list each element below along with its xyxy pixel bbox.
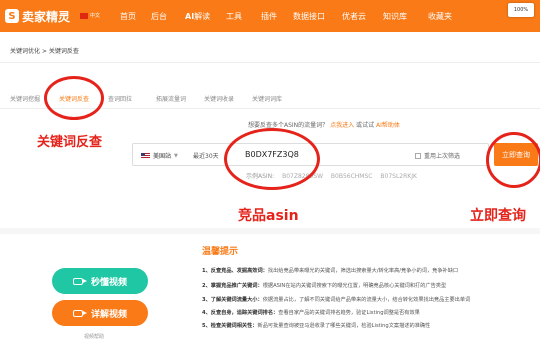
- date-range-select[interactable]: 最近30天: [193, 151, 219, 160]
- tip-item: 5、检查关键词相关性：新品可批量查询被亚马逊收录了哪些关键词，检验Listing…: [202, 322, 430, 329]
- language-switcher[interactable]: 中文: [80, 12, 100, 19]
- reuse-filter-checkbox[interactable]: [415, 152, 421, 159]
- language-label: 中文: [90, 13, 101, 19]
- reuse-filter-label: 重用上次筛选: [424, 153, 461, 160]
- video-camera-icon: [72, 309, 87, 317]
- tip-item: 3、了解关键词流量大小：依据流量占比，了解不同关键词给产品带来的流量大小，结合转…: [202, 296, 470, 303]
- logo[interactable]: S 卖家精灵: [5, 8, 70, 24]
- zoom-badge: 100%: [508, 3, 534, 17]
- annotation-circle-button: [486, 132, 540, 188]
- example-asin-link[interactable]: B07SL2RKJK: [380, 173, 417, 180]
- tip-item: 2、掌握竞品推广关键词：根据ASIN在站内关键词搜索下的曝光位置，明确竞品核心关…: [202, 282, 446, 289]
- us-flag-icon: [141, 152, 150, 159]
- chevron-down-icon: ▼: [174, 152, 178, 159]
- quick-video-button[interactable]: 秒懂视频: [52, 268, 148, 294]
- nav-ai-prefix: AI: [185, 12, 195, 21]
- tip-body: 查看自家产品的关键词排名趋势，验证Listing调整是否有效果: [278, 310, 420, 316]
- annotation-circle-asin: [224, 128, 320, 190]
- tip-body: 依据流量占比，了解不同关键词给产品带来的流量大小，结合转化效果找出竞品主要出单词: [262, 297, 471, 303]
- hint-ai-link[interactable]: AI帮助体: [376, 122, 400, 129]
- reuse-filter-option[interactable]: 重用上次筛选: [415, 151, 460, 160]
- nav-ai-label: 解读: [194, 12, 211, 21]
- nav-favorites[interactable]: 收藏夹: [428, 11, 452, 22]
- breadcrumb: 关键词优化 > 关键词反查: [10, 48, 79, 55]
- tip-body: 新品可批量查询被亚马逊收录了哪些关键词，检验Listing文案描述的准确性: [257, 323, 431, 329]
- top-nav-bar: S 卖家精灵 中文 首页 后台 AI解读 工具 插件 数据接口 优者云 知识库 …: [0, 0, 540, 32]
- nav-home[interactable]: 首页: [120, 11, 136, 22]
- tip-head: 4、反查自身，追踪关键词排名：: [202, 310, 279, 316]
- marketplace-select[interactable]: 美国站 ▼: [141, 151, 178, 160]
- tip-item: 1、反查竞品、发掘高效词：找出给竞品带来曝光的关键词，筛选出搜索量大/转化率高/…: [202, 267, 458, 274]
- nav-tools[interactable]: 工具: [226, 11, 242, 22]
- tip-item: 4、反查自身，追踪关键词排名：查看自家产品的关键词排名趋势，验证Listing调…: [202, 309, 420, 316]
- detail-video-label: 详解视频: [90, 309, 127, 320]
- nav-plugins[interactable]: 插件: [261, 11, 277, 22]
- nav-knowledge[interactable]: 知识库: [383, 11, 407, 22]
- nav-cloud[interactable]: 优者云: [342, 11, 366, 22]
- annotation-label-competitor-asin: 竞品asin: [238, 208, 299, 224]
- example-asin-link[interactable]: B0B56CHMSC: [331, 173, 373, 180]
- annotation-label-query-now: 立即查询: [470, 208, 526, 224]
- tab-keyword-mining[interactable]: 关键词挖掘: [10, 94, 40, 103]
- tip-head: 2、掌握竞品推广关键词：: [202, 283, 263, 289]
- annotation-circle-tab: [44, 76, 104, 120]
- annotation-label-reverse-lookup: 关键词反查: [37, 135, 103, 150]
- tip-body: 找出给竞品带来曝光的关键词，筛选出搜索量大/转化率高/竞争小的词，竞争补缺口: [267, 268, 459, 274]
- marketplace-label: 美国站: [153, 153, 172, 160]
- hint-link[interactable]: 点我进入: [330, 122, 354, 129]
- nav-backend[interactable]: 后台: [151, 11, 167, 22]
- logo-text: 卖家精灵: [22, 9, 71, 24]
- tip-head: 3、了解关键词流量大小：: [202, 297, 263, 303]
- nav-data-api[interactable]: 数据接口: [293, 11, 325, 22]
- video-help-caption: 视频帮助: [84, 334, 105, 340]
- tab-lookup-pull[interactable]: 查词回拉: [108, 94, 132, 103]
- nav-ai[interactable]: AI解读: [185, 11, 210, 22]
- hint-or: 或试试: [356, 122, 375, 129]
- tip-body: 根据ASIN在站内关键词搜索下的曝光位置，明确竞品核心关键词和打的广告类型: [262, 283, 447, 289]
- tab-keyword-index[interactable]: 关键词收录: [204, 94, 234, 103]
- tab-keyword-library[interactable]: 关键词词库: [252, 94, 282, 103]
- logo-mark: S: [5, 9, 19, 23]
- section-separator: [0, 228, 540, 234]
- china-flag-icon: [80, 12, 88, 19]
- video-camera-icon: [72, 277, 87, 285]
- tab-expand-traffic[interactable]: 拓展流量词: [156, 94, 186, 103]
- tip-head: 1、反查竞品、发掘高效词：: [202, 268, 268, 274]
- tips-title: 温馨提示: [202, 247, 239, 257]
- detail-video-button[interactable]: 详解视频: [52, 300, 148, 326]
- divider: [0, 62, 540, 63]
- quick-video-label: 秒懂视频: [90, 277, 127, 288]
- tip-head: 5、检查关键词相关性：: [202, 323, 258, 329]
